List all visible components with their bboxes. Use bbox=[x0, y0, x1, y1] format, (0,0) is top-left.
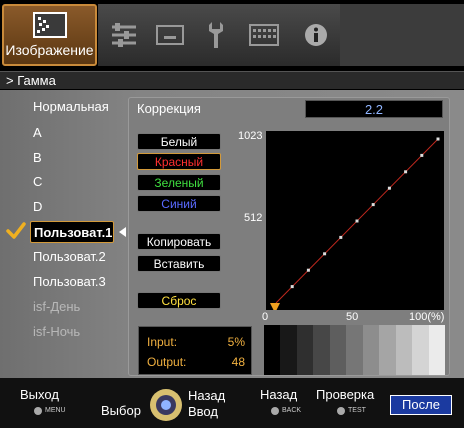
mode-item-d[interactable]: D bbox=[30, 196, 114, 218]
mode-item-user3[interactable]: Пользоват.3 bbox=[30, 271, 114, 293]
curve-handle-icon[interactable] bbox=[270, 303, 280, 310]
top-menu-bar: Изображение bbox=[0, 0, 464, 70]
menu-button-icon bbox=[34, 407, 42, 415]
arrow-left-icon bbox=[119, 227, 126, 237]
top-menu-filler bbox=[340, 4, 464, 66]
mode-item-isf-day: isf-День bbox=[33, 299, 81, 314]
mode-item-a[interactable]: A bbox=[30, 122, 114, 144]
back-button-icon bbox=[271, 407, 279, 415]
copy-button[interactable]: Копировать bbox=[137, 233, 221, 250]
exit-label[interactable]: Выход bbox=[20, 387, 59, 402]
curve-point[interactable] bbox=[371, 203, 375, 207]
grayscale-step bbox=[296, 325, 314, 375]
input-label: Input: bbox=[147, 335, 178, 349]
test-button-icon bbox=[337, 407, 345, 415]
check-icon bbox=[6, 222, 26, 239]
y-tick-max: 1023 bbox=[238, 130, 263, 142]
check-label[interactable]: Проверка bbox=[316, 387, 374, 402]
paste-button[interactable]: Вставить bbox=[137, 255, 221, 272]
tab-lock[interactable] bbox=[244, 4, 284, 66]
color-button-green[interactable]: Зеленый bbox=[137, 174, 221, 191]
tab-setup[interactable] bbox=[196, 4, 236, 66]
menu-key-label: MENU bbox=[45, 407, 66, 414]
settings-sliders-icon bbox=[112, 23, 136, 47]
grayscale-step bbox=[428, 325, 445, 375]
grayscale-step bbox=[412, 325, 429, 375]
tab-settings[interactable] bbox=[104, 4, 144, 66]
grayscale-step bbox=[395, 325, 413, 375]
back-key-label: BACK bbox=[282, 407, 302, 414]
enter-label: Ввод bbox=[188, 404, 218, 419]
page-title: > Гамма bbox=[0, 71, 464, 89]
grayscale-step bbox=[346, 325, 363, 375]
dpad-icon bbox=[150, 389, 182, 421]
curve-point[interactable] bbox=[436, 137, 440, 141]
curve-point[interactable] bbox=[290, 285, 294, 289]
x-tick-50: 50 bbox=[346, 311, 359, 323]
mode-item-isf-night: isf-Ночь bbox=[33, 324, 81, 339]
gamma-curve-graph[interactable] bbox=[266, 131, 444, 310]
tab-info[interactable] bbox=[296, 4, 336, 66]
tab-picture[interactable]: Изображение bbox=[2, 4, 97, 66]
correction-value[interactable]: 2.2 bbox=[305, 100, 443, 118]
back-label[interactable]: Назад bbox=[260, 387, 297, 402]
keyboard-icon bbox=[249, 24, 279, 46]
grayscale-step bbox=[362, 325, 380, 375]
after-button[interactable]: После bbox=[390, 395, 452, 415]
color-button-red[interactable]: Красный bbox=[137, 153, 221, 170]
grayscale-step bbox=[329, 325, 347, 375]
back-top-label: Назад bbox=[188, 388, 226, 403]
info-icon bbox=[305, 24, 327, 46]
mode-item-c[interactable]: C bbox=[30, 171, 114, 193]
picture-icon bbox=[32, 12, 67, 38]
output-label: Output: bbox=[147, 355, 187, 369]
color-button-white[interactable]: Белый bbox=[137, 133, 221, 150]
grayscale-step bbox=[313, 325, 330, 375]
output-value: 48 bbox=[231, 355, 245, 369]
curve-point[interactable] bbox=[420, 153, 424, 157]
correction-label: Коррекция bbox=[137, 101, 201, 116]
curve-point[interactable] bbox=[387, 186, 391, 190]
mode-item-user2[interactable]: Пользоват.2 bbox=[30, 246, 114, 268]
reset-button[interactable]: Сброс bbox=[137, 292, 221, 309]
grayscale-step bbox=[379, 325, 396, 375]
input-value: 5% bbox=[227, 335, 245, 349]
wrench-icon bbox=[209, 22, 223, 48]
mode-item-normal[interactable]: Нормальная bbox=[30, 96, 114, 118]
input-screen-icon bbox=[156, 25, 184, 45]
test-key-label: TEST bbox=[348, 407, 366, 414]
curve-point[interactable] bbox=[339, 235, 343, 239]
x-tick-0: 0 bbox=[262, 311, 269, 323]
curve-point[interactable] bbox=[306, 268, 310, 272]
x-tick-100: 100(%) bbox=[409, 311, 445, 323]
mode-item-b[interactable]: B bbox=[30, 147, 114, 169]
tab-input[interactable] bbox=[150, 4, 190, 66]
input-output-readout: Input: 5% Output: 48 bbox=[138, 326, 252, 375]
grayscale-bar bbox=[264, 325, 445, 375]
curve-point[interactable] bbox=[323, 252, 327, 256]
grayscale-step bbox=[264, 325, 281, 375]
mode-item-user1[interactable]: Пользоват.1 bbox=[30, 221, 114, 243]
grayscale-step bbox=[280, 325, 297, 375]
y-tick-mid: 512 bbox=[244, 212, 263, 224]
select-label: Выбор bbox=[101, 403, 141, 418]
curve-point[interactable] bbox=[404, 170, 408, 174]
color-button-blue[interactable]: Синий bbox=[137, 195, 221, 212]
curve-point[interactable] bbox=[355, 219, 359, 223]
tab-picture-label: Изображение bbox=[5, 42, 94, 58]
